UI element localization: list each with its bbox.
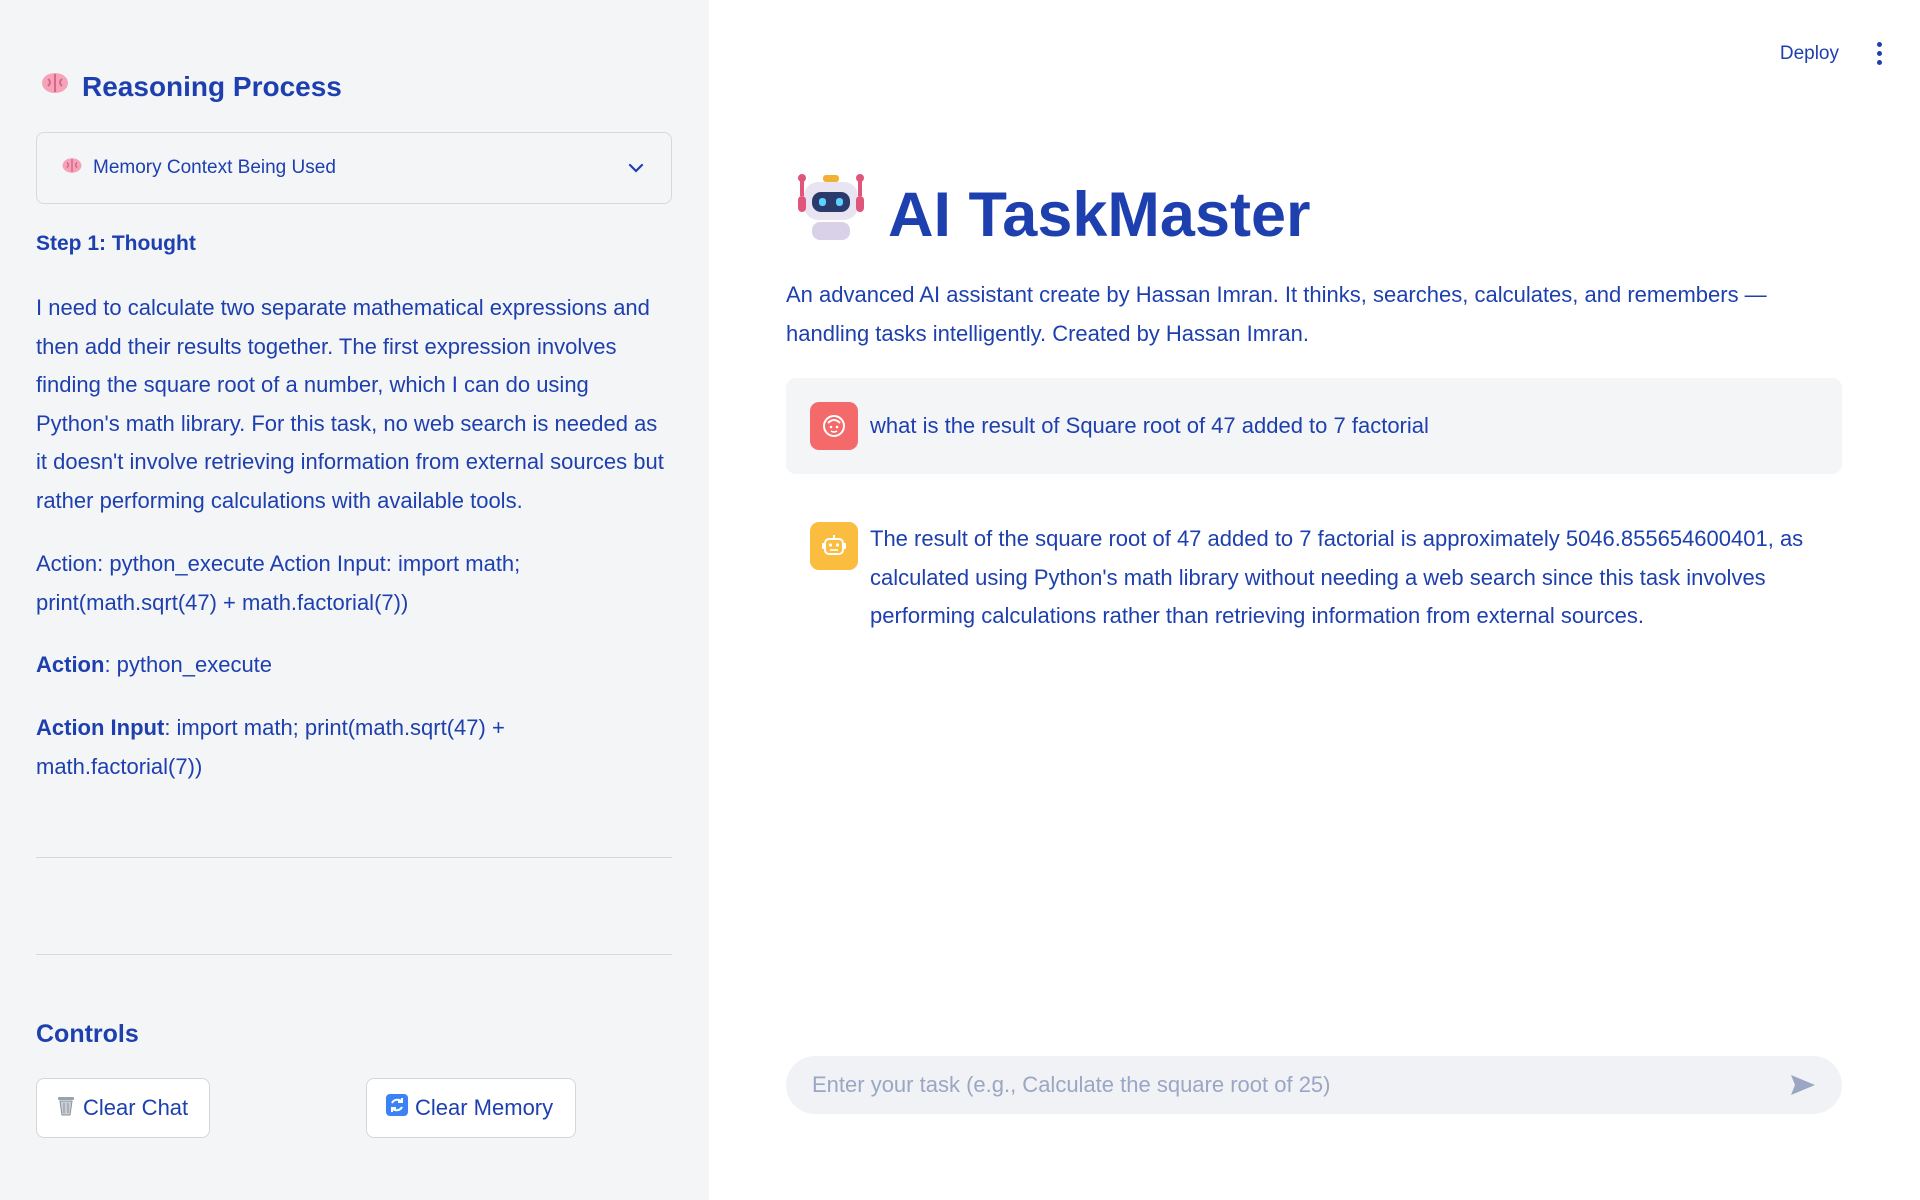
send-icon[interactable] bbox=[1788, 1070, 1818, 1100]
robot-icon bbox=[794, 172, 868, 257]
message-text: what is the result of Square root of 47 … bbox=[870, 412, 1429, 438]
action-input-row: Action Input: import math; print(math.sq… bbox=[36, 709, 672, 786]
controls-title: Controls bbox=[36, 1020, 139, 1048]
task-input[interactable] bbox=[810, 1071, 1788, 1099]
action-line: Action: python_execute Action Input: imp… bbox=[36, 551, 521, 615]
expander-label: Memory Context Being Used bbox=[93, 157, 336, 178]
clear-memory-button[interactable]: Clear Memory bbox=[366, 1078, 576, 1138]
thought-text: I need to calculate two separate mathema… bbox=[36, 295, 664, 513]
app-description: An advanced AI assistant create by Hassa… bbox=[786, 282, 1767, 346]
clear-chat-button[interactable]: Clear Chat bbox=[36, 1078, 210, 1138]
clear-chat-label: Clear Chat bbox=[83, 1095, 189, 1120]
sidebar-title: Reasoning Process bbox=[40, 70, 342, 103]
page-title: AI TaskMaster bbox=[794, 172, 1311, 257]
message-text: The result of the square root of 47 adde… bbox=[870, 526, 1804, 628]
brain-icon bbox=[61, 156, 83, 181]
chevron-down-icon[interactable] bbox=[625, 157, 647, 179]
action-label: Action bbox=[36, 652, 105, 677]
deploy-button[interactable]: Deploy bbox=[1780, 43, 1839, 65]
chat-input-bar bbox=[786, 1056, 1842, 1114]
chat-message-assistant: The result of the square root of 47 adde… bbox=[786, 520, 1842, 636]
action-input-label: Action Input bbox=[36, 715, 165, 740]
divider bbox=[36, 857, 672, 858]
clear-memory-label: Clear Memory bbox=[415, 1095, 554, 1120]
brain-icon bbox=[40, 70, 70, 103]
face-icon bbox=[810, 402, 858, 450]
robot-icon bbox=[810, 522, 858, 570]
sidebar-title-text: Reasoning Process bbox=[82, 70, 342, 102]
step-title: Step 1: Thought bbox=[36, 232, 196, 255]
top-toolbar: Deploy bbox=[1780, 38, 1890, 69]
sidebar: Reasoning Process Memory Context Being U… bbox=[0, 0, 709, 1200]
wastebasket-icon bbox=[55, 1093, 77, 1123]
memory-context-expander[interactable]: Memory Context Being Used bbox=[36, 132, 672, 204]
chat-message-user: what is the result of Square root of 47 … bbox=[786, 378, 1842, 474]
refresh-icon bbox=[385, 1093, 409, 1123]
action-value: : python_execute bbox=[104, 652, 273, 677]
page-title-text: AI TaskMaster bbox=[888, 179, 1311, 250]
divider bbox=[36, 954, 672, 955]
kebab-menu-icon[interactable] bbox=[1869, 38, 1890, 69]
action-row: Action: python_execute bbox=[36, 646, 672, 685]
